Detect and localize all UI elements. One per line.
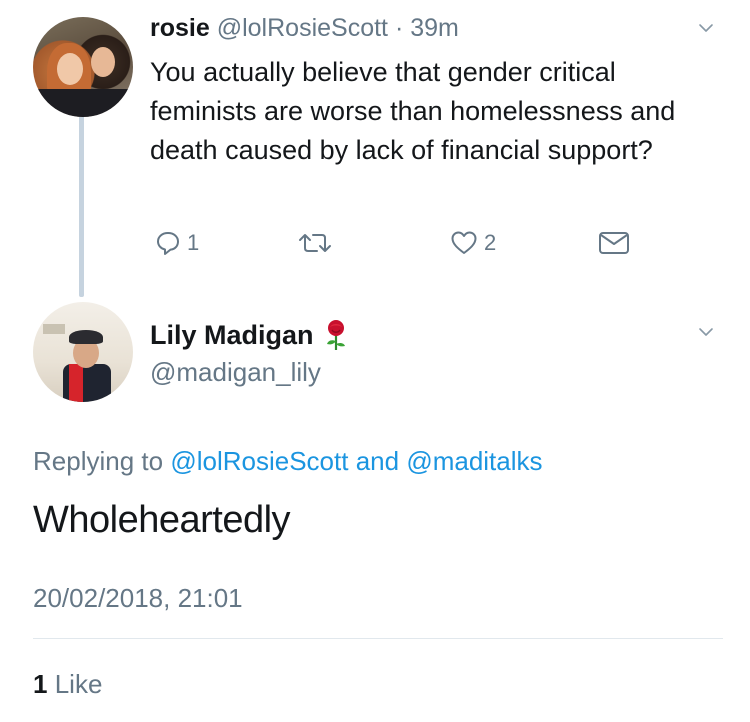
user-handle[interactable]: @madigan_lily	[150, 357, 321, 388]
user-handle[interactable]: @lolRosieScott	[217, 14, 388, 42]
reply-icon	[157, 232, 179, 255]
thread-connector-line	[79, 115, 84, 297]
likes-count: 1	[33, 669, 48, 699]
avatar[interactable]	[33, 302, 133, 402]
replying-to-line: Replying to @lolRosieScott and @maditalk…	[33, 446, 543, 477]
reply-button[interactable]: 1	[155, 228, 199, 258]
heart-icon	[451, 231, 477, 254]
tweet-timestamp[interactable]: 20/02/2018, 21:01	[33, 583, 243, 614]
tweet-time[interactable]: 39m	[410, 14, 459, 42]
avatar[interactable]	[33, 17, 133, 117]
replying-prefix: Replying to	[33, 446, 164, 476]
replying-conjunction[interactable]: and	[356, 446, 399, 476]
like-count: 2	[484, 230, 497, 255]
tweet-text: Wholeheartedly	[33, 499, 291, 541]
likes-summary[interactable]: 1 Like	[33, 669, 102, 700]
chevron-down-icon[interactable]	[698, 324, 714, 340]
retweet-icon	[299, 234, 331, 252]
rose-emoji-icon	[326, 320, 345, 350]
display-name[interactable]: Lily Madigan	[150, 320, 314, 351]
dm-envelope-icon	[599, 232, 629, 254]
display-name[interactable]: rosie	[150, 14, 210, 42]
chevron-down-icon[interactable]	[698, 20, 714, 36]
time-separator: ·	[394, 14, 404, 42]
display-name-row: Lily Madigan	[150, 319, 350, 351]
like-button[interactable]: 2	[450, 228, 496, 258]
divider	[33, 638, 723, 639]
retweet-button[interactable]	[298, 228, 338, 258]
mention-link[interactable]: @maditalks	[406, 446, 542, 476]
mention-link[interactable]: @lolRosieScott	[170, 446, 348, 476]
reply-count: 1	[187, 230, 200, 255]
tweet-header: rosie @lolRosieScott · 39m	[150, 14, 459, 43]
likes-label: Like	[54, 669, 103, 699]
direct-message-button[interactable]	[598, 228, 630, 258]
tweet-text: You actually believe that gender critica…	[150, 57, 676, 165]
